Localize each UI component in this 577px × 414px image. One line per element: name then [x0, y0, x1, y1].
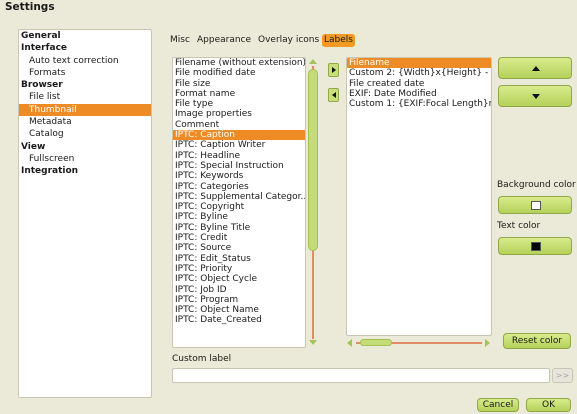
available-label-item[interactable]: IPTC: Byline — [173, 212, 305, 222]
tab-labels[interactable]: Labels — [322, 34, 355, 47]
selected-labels-hscrollbar[interactable] — [346, 338, 492, 348]
available-label-item[interactable]: IPTC: Source — [173, 243, 305, 253]
sidebar-item-view[interactable]: View — [19, 141, 151, 153]
sidebar-item-formats[interactable]: Formats — [19, 67, 151, 79]
scroll-down-icon[interactable] — [309, 340, 317, 345]
sidebar-item-file-list[interactable]: File list — [19, 91, 151, 103]
tab-overlay-icons[interactable]: Overlay icons — [256, 34, 321, 47]
selected-labels-list[interactable]: Filename Custom 2: {Width}x{Height} - {S F… — [346, 57, 492, 336]
available-label-item[interactable]: IPTC: Copyright — [173, 202, 305, 212]
scroll-right-icon[interactable] — [485, 339, 490, 347]
available-label-item[interactable]: Image properties — [173, 109, 305, 119]
dialog-title: Settings — [5, 1, 55, 13]
arrow-down-icon — [532, 94, 540, 99]
selected-label-item[interactable]: Custom 1: {EXIF:Focal Length}mr — [347, 99, 491, 109]
add-custom-label-button[interactable]: >> — [552, 368, 573, 383]
selected-label-item[interactable]: Custom 2: {Width}x{Height} - {S — [347, 68, 491, 78]
background-color-label: Background color — [497, 180, 576, 190]
available-label-item[interactable]: IPTC: Edit_Status — [173, 254, 305, 264]
available-label-item[interactable]: IPTC: Caption — [173, 130, 305, 141]
background-color-button[interactable] — [498, 196, 572, 214]
available-label-item[interactable]: IPTC: Credit — [173, 233, 305, 243]
available-label-item[interactable]: File modified date — [173, 68, 305, 78]
selected-label-item[interactable]: Filename — [347, 58, 491, 69]
sidebar-item-catalog[interactable]: Catalog — [19, 128, 151, 140]
sidebar-item-fullscreen[interactable]: Fullscreen — [19, 153, 151, 165]
selected-label-item[interactable]: File created date — [347, 79, 491, 89]
available-label-item[interactable]: IPTC: Keywords — [173, 171, 305, 181]
selected-label-item[interactable]: EXIF: Date Modified — [347, 89, 491, 99]
available-label-item[interactable]: Format name — [173, 89, 305, 99]
custom-label-title: Custom label — [172, 354, 232, 364]
move-up-button[interactable] — [498, 57, 572, 79]
available-label-item[interactable]: IPTC: Supplemental Categor... — [173, 192, 305, 202]
custom-label-input[interactable] — [172, 368, 550, 383]
available-label-item[interactable]: File type — [173, 99, 305, 109]
available-label-item[interactable]: IPTC: Priority — [173, 264, 305, 274]
add-label-button[interactable] — [328, 63, 339, 77]
available-labels-scrollbar[interactable] — [307, 57, 319, 348]
available-label-item[interactable]: Filename (without extension) — [173, 58, 305, 68]
tab-misc[interactable]: Misc — [168, 34, 192, 47]
available-label-item[interactable]: IPTC: Byline Title — [173, 223, 305, 233]
available-label-item[interactable]: IPTC: Program — [173, 295, 305, 305]
tab-appearance[interactable]: Appearance — [195, 34, 253, 47]
arrow-left-icon — [332, 92, 336, 98]
remove-label-button[interactable] — [328, 88, 339, 102]
available-label-item[interactable]: IPTC: Date_Created — [173, 315, 305, 325]
available-label-item[interactable]: IPTC: Job ID — [173, 285, 305, 295]
available-label-item[interactable]: File size — [173, 79, 305, 89]
available-label-item[interactable]: Comment — [173, 120, 305, 130]
sidebar-item-thumbnail[interactable]: Thumbnail — [19, 103, 151, 117]
sidebar-item-browser[interactable]: Browser — [19, 79, 151, 91]
scroll-up-icon[interactable] — [309, 59, 317, 64]
hscroll-thumb[interactable] — [360, 339, 392, 346]
sidebar-item-general[interactable]: General — [19, 30, 151, 42]
background-color-swatch — [531, 201, 541, 210]
available-label-item[interactable]: IPTC: Categories — [173, 182, 305, 192]
scroll-thumb[interactable] — [308, 69, 318, 251]
cancel-button[interactable]: Cancel — [477, 398, 519, 412]
ok-button[interactable]: OK — [526, 398, 571, 412]
scroll-left-icon[interactable] — [347, 339, 352, 347]
reset-color-button[interactable]: Reset color — [503, 333, 571, 349]
available-labels-list[interactable]: Filename (without extension) File modifie… — [172, 57, 306, 348]
arrow-right-icon — [332, 67, 336, 73]
sidebar-item-integration[interactable]: Integration — [19, 165, 151, 177]
available-label-item[interactable]: IPTC: Object Cycle — [173, 274, 305, 284]
text-color-label: Text color — [497, 221, 541, 231]
available-label-item[interactable]: IPTC: Object Name — [173, 305, 305, 315]
sidebar-item-auto-text-correction[interactable]: Auto text correction — [19, 55, 151, 67]
available-label-item[interactable]: IPTC: Caption Writer — [173, 140, 305, 150]
text-color-button[interactable] — [498, 237, 572, 255]
arrow-up-icon — [532, 66, 540, 71]
settings-sidebar: General Interface Auto text correction Form… — [18, 29, 152, 398]
text-color-swatch — [531, 242, 541, 251]
sidebar-item-interface[interactable]: Interface — [19, 42, 151, 54]
move-down-button[interactable] — [498, 85, 572, 107]
available-label-item[interactable]: IPTC: Headline — [173, 151, 305, 161]
available-label-item[interactable]: IPTC: Special Instruction — [173, 161, 305, 171]
sidebar-item-metadata[interactable]: Metadata — [19, 116, 151, 128]
